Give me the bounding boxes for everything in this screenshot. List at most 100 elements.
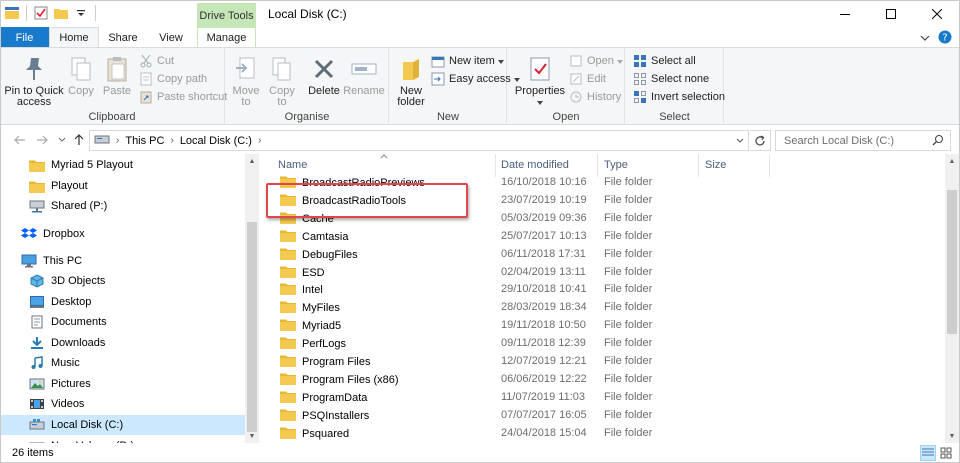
nav-item[interactable]: Desktop [0,292,245,312]
scroll-down-icon[interactable]: ▼ [245,429,259,443]
file-row[interactable]: Psquared 24/04/2018 15:04 File folder [262,424,945,442]
properties-button[interactable]: Properties [512,54,568,108]
nav-item[interactable]: New Volume (D:) [0,436,245,443]
toolbar-divider [95,5,96,21]
navigation-scroll-thumb[interactable] [247,222,257,432]
nav-item[interactable]: 3D Objects [0,271,245,291]
nav-item[interactable]: Myriad 5 Playout [0,155,245,175]
paste-button[interactable]: Paste [100,54,134,97]
folder-icon [280,282,296,298]
nav-item[interactable]: Downloads [0,333,245,353]
file-row[interactable]: Program Files 12/07/2019 12:21 File folder [262,352,945,370]
column-header-type[interactable]: Type [604,159,628,171]
move-to-button[interactable]: Move to [230,54,262,108]
nav-item[interactable]: Dropbox [0,224,245,244]
large-icons-view-button[interactable] [938,445,954,461]
file-row[interactable]: Program Files (x86) 06/06/2019 12:22 File … [262,370,945,388]
cut-button[interactable]: Cut [138,52,174,70]
tab-view[interactable]: View [147,27,195,48]
details-view-button[interactable] [920,445,936,461]
close-button[interactable] [914,0,960,28]
tab-manage[interactable]: Manage [197,27,256,48]
breadcrumb-local-disk[interactable]: Local Disk (C:) [180,135,252,147]
recent-locations-chevron-icon[interactable] [54,132,70,148]
tab-home[interactable]: Home [49,27,99,48]
pin-to-quick-access-button[interactable]: Pin to Quick access [4,54,64,108]
file-row[interactable]: ESD 02/04/2019 13:11 File folder [262,263,945,281]
select-none-button[interactable]: Select none [632,70,709,88]
address-dropdown-icon[interactable] [732,131,748,150]
paste-shortcut-label: Paste shortcut [157,91,228,103]
nav-item[interactable]: Playout [0,176,245,196]
rename-button[interactable]: Rename [343,54,385,97]
column-header-name[interactable]: Name [278,159,307,171]
delete-x-icon [309,54,339,84]
new-folder-icon[interactable] [53,5,69,21]
help-icon[interactable]: ? [938,30,952,47]
explorer-app-icon[interactable] [4,5,20,21]
forward-arrow-icon[interactable] [34,132,50,148]
open-button[interactable]: Open [568,52,623,70]
file-type: File folder [604,229,653,242]
chevron-down-icon[interactable] [920,33,930,45]
file-list-scrollbar[interactable]: ▲ ▼ [945,154,959,443]
copy-to-button[interactable]: Copy to [266,54,298,108]
computer-icon [21,253,37,269]
properties-icon[interactable] [33,5,49,21]
delete-button[interactable]: Delete [304,54,344,97]
file-row[interactable]: Myriad5 19/11/2018 10:50 File folder [262,316,945,334]
date-modified: 28/03/2019 18:34 [501,301,587,314]
copy-path-button[interactable]: Copy path [138,70,207,88]
nav-item-label: Myriad 5 Playout [51,159,133,171]
column-header-date[interactable]: Date modified [501,159,569,171]
new-folder-button[interactable]: New folder [394,54,428,108]
new-item-button[interactable]: New item [430,52,504,70]
file-type: File folder [604,390,653,403]
breadcrumb-this-pc[interactable]: This PC [125,135,164,147]
search-input[interactable]: Search Local Disk (C:) [775,130,951,151]
paste-shortcut-button[interactable]: Paste shortcut [138,88,227,106]
history-button[interactable]: History [568,88,621,106]
tab-file[interactable]: File [0,27,49,48]
folder-icon [280,336,296,352]
file-name-cell: ProgramData [280,390,367,406]
select-group-label: Select [659,111,690,123]
file-row[interactable]: PerfLogs 09/11/2018 12:39 File folder [262,334,945,352]
tab-share[interactable]: Share [99,27,147,48]
nav-item[interactable]: Videos [0,394,245,414]
nav-item[interactable]: This PC [0,251,245,271]
file-row[interactable]: MyFiles 28/03/2019 18:34 File folder [262,298,945,316]
nav-item[interactable]: Local Disk (C:) [0,415,245,435]
scroll-down-icon[interactable]: ▼ [945,429,959,443]
nav-item[interactable]: Documents [0,312,245,332]
pin-icon [19,54,49,84]
nav-item[interactable]: Shared (P:) [0,196,245,216]
file-row[interactable]: Intel 29/10/2018 10:41 File folder [262,280,945,298]
invert-selection-label: Invert selection [651,91,725,103]
nav-item[interactable]: Music [0,353,245,373]
file-row[interactable]: DebugFiles 06/11/2018 17:31 File folder [262,245,945,263]
scroll-up-icon[interactable]: ▲ [245,154,259,168]
address-bar[interactable]: › This PC › Local Disk (C:) › [89,130,749,151]
invert-selection-button[interactable]: Invert selection [632,88,725,106]
back-arrow-icon[interactable] [12,132,28,148]
customize-toolbar-icon[interactable] [73,5,89,21]
scroll-up-icon[interactable]: ▲ [945,154,959,168]
file-row[interactable]: Camtasia 25/07/2017 10:13 File folder [262,227,945,245]
edit-button[interactable]: Edit [568,70,606,88]
file-name-cell: Program Files (x86) [280,372,399,388]
file-list-scroll-thumb[interactable] [947,190,957,334]
select-all-button[interactable]: Select all [632,52,696,70]
nav-item[interactable]: Pictures [0,374,245,394]
column-header-size[interactable]: Size [705,159,726,171]
up-arrow-icon[interactable] [71,132,87,148]
open-dropdown-icon [616,55,623,67]
maximize-button[interactable] [868,0,914,28]
file-row[interactable]: ProgramData 11/07/2019 11:03 File folder [262,388,945,406]
copy-button[interactable]: Copy [64,54,98,97]
navigation-scrollbar[interactable]: ▲ ▼ [245,154,259,443]
file-row[interactable]: PSQInstallers 07/07/2017 16:05 File folder [262,406,945,424]
refresh-button[interactable] [750,130,771,151]
easy-access-button[interactable]: Easy access [430,70,520,88]
minimize-button[interactable] [822,0,868,28]
